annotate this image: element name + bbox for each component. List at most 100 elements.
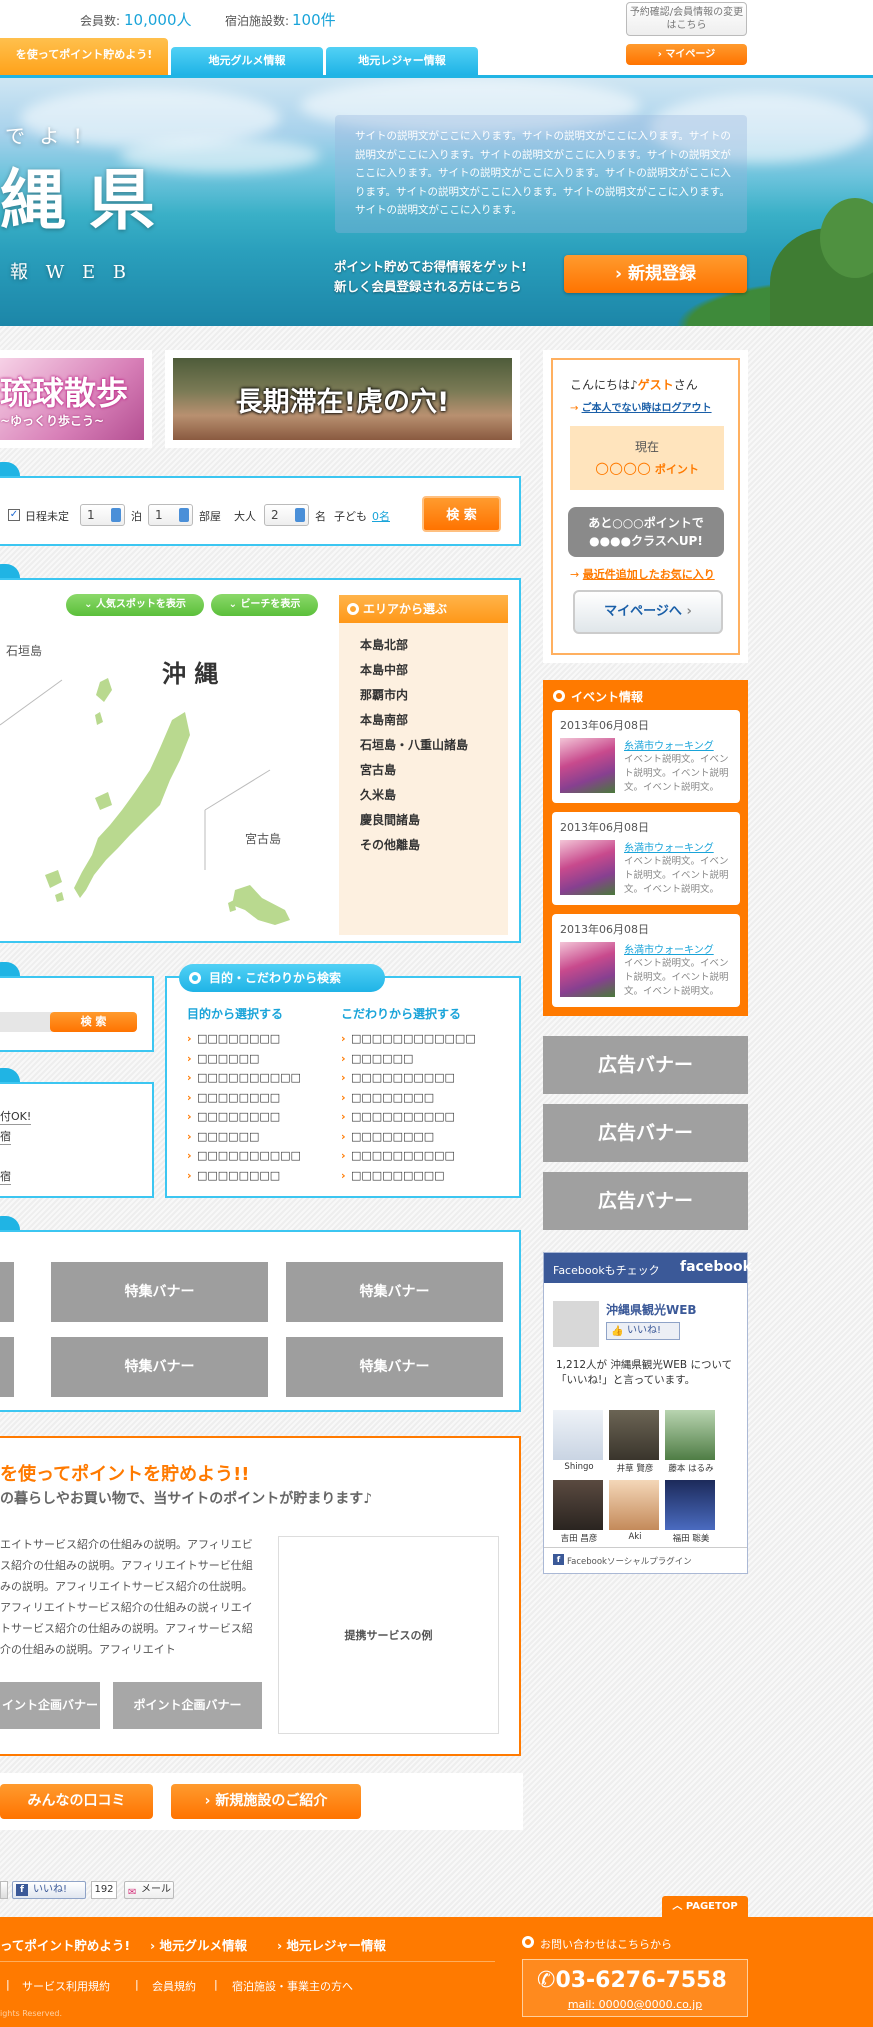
purpose-item[interactable]: □□□□□□□□ [187, 1166, 301, 1186]
footer-link[interactable]: › 地元レジャー情報 [277, 1935, 386, 1954]
purpose-item[interactable]: □□□□□□□□ [187, 1088, 301, 1108]
review-button[interactable]: みんなの口コミ [0, 1784, 153, 1819]
new-facility-button[interactable]: › 新規施設のご紹介 [171, 1784, 361, 1819]
partner-example-box[interactable]: 提携サービスの例 [278, 1536, 499, 1734]
mail-share-button[interactable]: ✉ メール [124, 1881, 174, 1899]
event-card[interactable]: 2013年06月08日 糸満市ウォーキング イベント説明文。イベント説明文。イベ… [552, 914, 740, 1007]
tab-leisure[interactable]: 地元レジャー情報 [326, 47, 478, 75]
area-kumejima[interactable]: 久米島 [360, 783, 508, 808]
event-title[interactable]: 糸満市ウォーキング [624, 941, 714, 956]
event-title[interactable]: 糸満市ウォーキング [624, 839, 714, 854]
left-list-item[interactable]: 宿 [0, 1128, 11, 1145]
undecided-checkbox[interactable]: ✓ [8, 509, 20, 521]
search-panel: ✓ 日程未定 1 泊 1 部屋 大人 2 名 子ども 0名 検 索 [0, 476, 521, 546]
kodawari-item[interactable]: □□□□□□□□ [341, 1088, 476, 1108]
footer-link[interactable]: ってポイント貯めよう! [0, 1935, 130, 1954]
ad-banner[interactable]: 広告バナー [543, 1104, 748, 1162]
rooms-select[interactable]: 1 [148, 504, 193, 526]
event-title[interactable]: 糸満市ウォーキング [624, 737, 714, 752]
area-central[interactable]: 本島中部 [360, 658, 508, 683]
point-campaign-banner[interactable]: ポイント企画バナー [113, 1682, 262, 1729]
mypage-sidebar-button[interactable]: マイページへ › [573, 590, 723, 634]
beach-button[interactable]: ⌄ ビーチを表示 [211, 594, 318, 616]
tab-points[interactable]: を使ってポイント貯めよう! [0, 38, 168, 75]
kodawari-item[interactable]: □□□□□□□□□□□□ [341, 1029, 476, 1049]
feature-banner[interactable] [0, 1262, 14, 1322]
keyword-search-button[interactable]: 検 索 [50, 1012, 137, 1032]
page-avatar[interactable] [553, 1301, 599, 1347]
register-button[interactable]: › 新規登録 [564, 255, 747, 293]
logout-link[interactable]: ご本人でない時はログアウト [582, 403, 712, 414]
event-date: 2013年06月08日 [560, 923, 649, 936]
area-south[interactable]: 本島南部 [360, 708, 508, 733]
area-miyako[interactable]: 宮古島 [360, 758, 508, 783]
search-button[interactable]: 検 索 [422, 496, 501, 532]
purpose-item[interactable]: □□□□□□□□□□ [187, 1146, 301, 1166]
feature-banner[interactable]: 特集バナー [286, 1337, 503, 1397]
children-select[interactable]: 0名 [372, 508, 390, 524]
fan[interactable]: 藤本 はるみ [665, 1410, 717, 1474]
kodawari-item[interactable]: □□□□□□□□□□ [341, 1107, 476, 1127]
footer-sublink[interactable]: 会員規約 [152, 1978, 196, 1994]
contact-phone[interactable]: ✆03-6276-7558 [537, 1968, 727, 1993]
kodawari-item[interactable]: □□□□□□ [341, 1049, 476, 1069]
arrow-up-icon: ︿ [672, 1901, 686, 1912]
event-card[interactable]: 2013年06月08日 糸満市ウォーキング イベント説明文。イベント説明文。イベ… [552, 710, 740, 803]
fb-like-button[interactable]: f いいね! [12, 1881, 86, 1899]
pagetop-button[interactable]: ︿ PAGETOP [662, 1896, 748, 1917]
popular-spots-button[interactable]: ⌄ 人気スポットを表示 [66, 594, 204, 616]
purpose-item[interactable]: □□□□□□□□ [187, 1029, 301, 1049]
left-list-item[interactable]: 宿 [0, 1168, 11, 1185]
longstay-banner[interactable]: 長期滞在!虎の穴! [165, 350, 520, 448]
kodawari-item[interactable]: □□□□□□□□□□ [341, 1146, 476, 1166]
contact-mail[interactable]: mail: 00000@0000.co.jp [523, 1998, 747, 2011]
purpose-item[interactable]: □□□□□□ [187, 1049, 301, 1069]
nights-select[interactable]: 1 [80, 504, 125, 526]
footer-sublink[interactable]: 宿泊施設・事業主の方へ [232, 1978, 353, 1994]
keyword-input[interactable] [0, 1012, 52, 1032]
feature-banner[interactable]: 特集バナー [51, 1262, 268, 1322]
mypage-header-button[interactable]: › マイページ [626, 44, 747, 65]
ad-banner[interactable]: 広告バナー [543, 1172, 748, 1230]
purpose-item[interactable]: □□□□□□ [187, 1127, 301, 1147]
hero-promo-line2: 新しく会員登録される方はこちら [334, 279, 522, 294]
kodawari-item[interactable]: □□□□□□□□□□ [341, 1068, 476, 1088]
ryukyu-banner[interactable]: 琉球散歩 ~ゆっくり歩こう~ [0, 350, 152, 448]
facebook-page-name[interactable]: 沖縄県観光WEB [606, 1301, 697, 1318]
fan[interactable]: Shingo [553, 1410, 605, 1472]
point-campaign-banner[interactable]: イント企画バナー [0, 1682, 100, 1729]
fan[interactable]: Aki [609, 1480, 661, 1542]
facebook-logo: facebook [680, 1259, 752, 1275]
reserve-confirm-button[interactable]: 予約確認/会員情報の変更はこちら [626, 2, 747, 36]
feature-banner[interactable]: 特集バナー [286, 1262, 503, 1322]
event-card[interactable]: 2013年06月08日 糸満市ウォーキング イベント説明文。イベント説明文。イベ… [552, 812, 740, 905]
purpose-item[interactable]: □□□□□□□□ [187, 1107, 301, 1127]
area-north[interactable]: 本島北部 [360, 633, 508, 658]
facebook-page-like-button[interactable]: 👍 いいね! [606, 1322, 680, 1340]
footer-link[interactable]: › 地元グルメ情報 [150, 1935, 247, 1954]
fan[interactable]: 福田 聡美 [665, 1480, 717, 1544]
fan[interactable]: 吉田 昌彦 [553, 1480, 605, 1544]
area-kerama[interactable]: 慶良間諸島 [360, 808, 508, 833]
favorites-link[interactable]: 最近件追加したお気に入り [583, 568, 715, 581]
feature-banner[interactable] [0, 1337, 14, 1397]
fan[interactable]: 井草 賢彦 [609, 1410, 661, 1474]
feature-banner[interactable]: 特集バナー [51, 1337, 268, 1397]
phone-icon: ✆ [537, 1968, 556, 1993]
adults-select[interactable]: 2 [264, 504, 309, 526]
share-button[interactable] [0, 1881, 8, 1899]
upgrade-line1: あと○○○ポイントで [588, 516, 704, 530]
purpose-item[interactable]: □□□□□□□□□□ [187, 1068, 301, 1088]
island-shape [55, 892, 64, 902]
kodawari-item[interactable]: □□□□□□□□ [341, 1127, 476, 1147]
bottom-buttons-bar: みんなの口コミ › 新規施設のご紹介 [0, 1773, 523, 1830]
area-naha[interactable]: 那覇市内 [360, 683, 508, 708]
tab-gourmet[interactable]: 地元グルメ情報 [171, 47, 323, 75]
area-ishigaki[interactable]: 石垣島・八重山諸島 [360, 733, 508, 758]
okinawa-map[interactable] [0, 620, 335, 940]
footer-sublink[interactable]: サービス利用規約 [22, 1978, 110, 1994]
left-list-item[interactable]: 付OK! [0, 1108, 32, 1125]
kodawari-item[interactable]: □□□□□□□□□ [341, 1166, 476, 1186]
ad-banner[interactable]: 広告バナー [543, 1036, 748, 1094]
area-other[interactable]: その他離島 [360, 833, 508, 858]
